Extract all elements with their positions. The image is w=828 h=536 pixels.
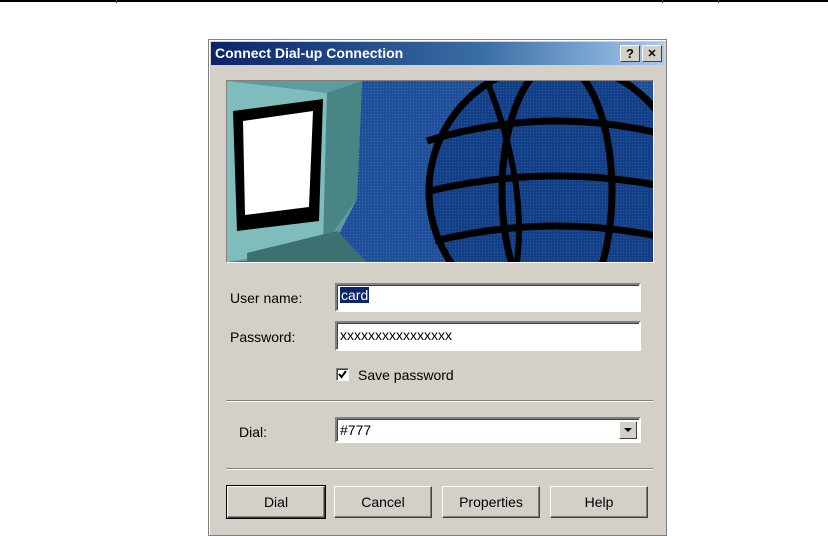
dial-label: Dial: bbox=[239, 424, 268, 440]
save-password-label[interactable]: Save password bbox=[358, 367, 454, 383]
password-input[interactable]: xxxxxxxxxxxxxxxx bbox=[335, 321, 641, 351]
properties-button[interactable]: Properties bbox=[442, 486, 540, 518]
page-top-rule bbox=[0, 0, 828, 3]
help-button[interactable]: Help bbox=[550, 486, 648, 518]
dial-combobox[interactable]: #777 bbox=[335, 417, 641, 443]
dial-button[interactable]: Dial bbox=[226, 485, 326, 519]
save-password-checkbox[interactable] bbox=[336, 368, 349, 381]
globe-graphic bbox=[425, 81, 653, 262]
rule-tick bbox=[116, 0, 117, 3]
dialup-banner bbox=[226, 80, 654, 263]
dial-dropdown-button[interactable] bbox=[619, 421, 637, 439]
close-title-button[interactable]: ✕ bbox=[642, 45, 662, 62]
dial-value: #777 bbox=[340, 422, 372, 438]
checkmark-icon bbox=[338, 370, 347, 379]
username-selected-text: card bbox=[340, 287, 370, 303]
username-label: User name: bbox=[230, 290, 303, 306]
help-icon: ? bbox=[626, 46, 634, 61]
title-bar[interactable]: Connect Dial-up Connection ? ✕ bbox=[211, 42, 664, 65]
help-title-button[interactable]: ? bbox=[620, 45, 640, 62]
rule-tick bbox=[718, 0, 719, 3]
password-label: Password: bbox=[230, 329, 296, 345]
close-icon: ✕ bbox=[647, 48, 657, 60]
window-title: Connect Dial-up Connection bbox=[215, 45, 404, 61]
password-value: xxxxxxxxxxxxxxxx bbox=[340, 327, 452, 343]
dropdown-arrow-icon bbox=[624, 428, 632, 432]
rule-tick bbox=[662, 0, 663, 3]
banner-graphic bbox=[227, 81, 653, 262]
username-input[interactable]: card bbox=[335, 283, 641, 312]
cancel-button[interactable]: Cancel bbox=[334, 486, 432, 518]
username-value: card bbox=[340, 287, 370, 303]
separator-2 bbox=[226, 468, 653, 470]
separator-1 bbox=[226, 400, 653, 402]
connect-dialog: Connect Dial-up Connection ? ✕ User name… bbox=[208, 39, 667, 536]
